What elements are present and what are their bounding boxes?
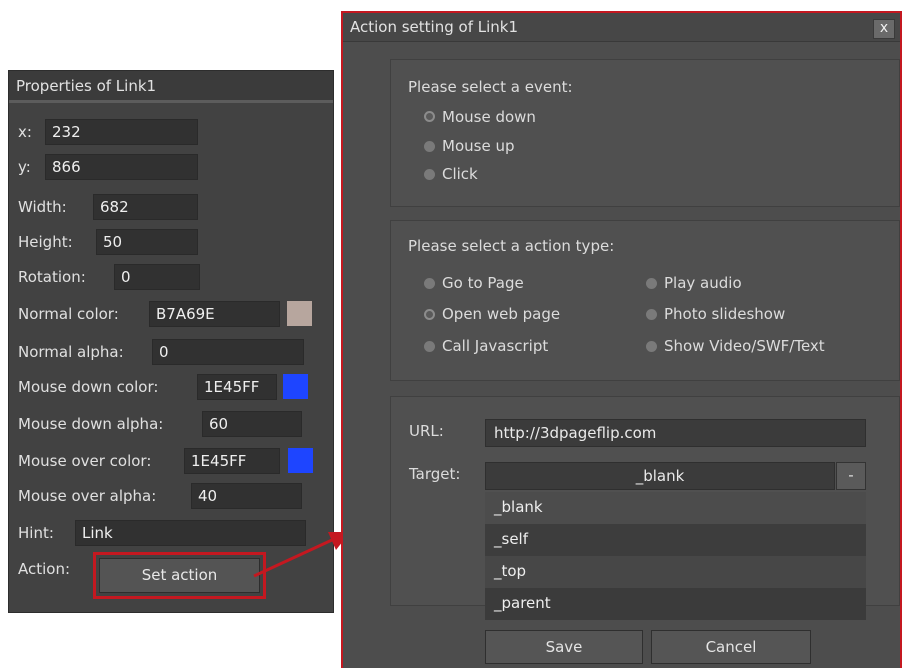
hint-label: Hint: <box>18 524 54 542</box>
mouse-over-alpha-field[interactable]: 40 <box>191 483 302 509</box>
target-option-blank[interactable]: _blank <box>485 492 866 524</box>
action-label-show-video-swf-text[interactable]: Show Video/SWF/Text <box>664 335 825 357</box>
normal-color-label: Normal color: <box>18 305 119 323</box>
target-dropdown-button[interactable]: - <box>836 462 866 490</box>
radio-show-video-swf-text[interactable] <box>646 341 657 352</box>
action-type-heading: Please select a action type: <box>408 237 615 255</box>
mouse-over-alpha-label: Mouse over alpha: <box>18 487 157 505</box>
target-label: Target: <box>409 465 461 483</box>
mouse-down-color-label: Mouse down color: <box>18 378 159 396</box>
rotation-label: Rotation: <box>18 268 86 286</box>
radio-photo-slideshow[interactable] <box>646 309 657 320</box>
width-label: Width: <box>18 198 67 216</box>
action-label-open-web-page[interactable]: Open web page <box>442 303 560 325</box>
mouse-over-color-label: Mouse over color: <box>18 452 152 470</box>
mouse-down-color-field[interactable]: 1E45FF <box>197 374 277 400</box>
normal-color-swatch[interactable] <box>287 301 312 326</box>
close-button[interactable]: x <box>873 19 895 39</box>
x-field[interactable]: 232 <box>45 119 198 145</box>
event-label-mouse-up[interactable]: Mouse up <box>442 135 514 157</box>
radio-click[interactable] <box>424 169 435 180</box>
action-type-group: Please select a action type: Go to Page … <box>390 220 900 381</box>
action-label-call-javascript[interactable]: Call Javascript <box>442 335 548 357</box>
properties-panel-title: Properties of Link1 <box>9 71 333 103</box>
normal-color-field[interactable]: B7A69E <box>149 301 280 327</box>
action-setting-dialog: Action setting of Link1 x Please select … <box>341 11 902 668</box>
radio-play-audio[interactable] <box>646 278 657 289</box>
mouse-over-color-swatch[interactable] <box>288 448 313 473</box>
y-label: y: <box>18 158 31 176</box>
event-group: Please select a event: Mouse down Mouse … <box>390 59 900 207</box>
target-option-top[interactable]: _top <box>485 556 866 588</box>
dialog-title: Action setting of Link1 <box>350 18 519 36</box>
event-label-click[interactable]: Click <box>442 163 478 185</box>
event-label-mouse-down[interactable]: Mouse down <box>442 106 536 128</box>
dialog-titlebar[interactable]: Action setting of Link1 x <box>343 13 900 42</box>
url-input[interactable]: http://3dpageflip.com <box>485 419 866 447</box>
height-field[interactable]: 50 <box>96 229 198 255</box>
mouse-down-alpha-field[interactable]: 60 <box>202 411 302 437</box>
width-field[interactable]: 682 <box>93 194 198 220</box>
set-action-button[interactable]: Set action <box>99 558 260 593</box>
normal-alpha-field[interactable]: 0 <box>152 339 304 365</box>
normal-alpha-label: Normal alpha: <box>18 343 124 361</box>
mouse-over-color-field[interactable]: 1E45FF <box>184 448 280 474</box>
action-label-photo-slideshow[interactable]: Photo slideshow <box>664 303 785 325</box>
target-option-self[interactable]: _self <box>485 524 866 556</box>
mouse-down-alpha-label: Mouse down alpha: <box>18 415 164 433</box>
rotation-field[interactable]: 0 <box>114 264 200 290</box>
mouse-down-color-swatch[interactable] <box>283 374 308 399</box>
target-option-parent[interactable]: _parent <box>485 588 866 620</box>
event-heading: Please select a event: <box>408 78 573 96</box>
save-button[interactable]: Save <box>485 630 643 664</box>
action-label-play-audio[interactable]: Play audio <box>664 272 742 294</box>
action-label: Action: <box>18 560 71 578</box>
radio-mouse-down[interactable] <box>424 111 435 122</box>
url-label: URL: <box>409 422 444 440</box>
cancel-button[interactable]: Cancel <box>651 630 811 664</box>
radio-go-to-page[interactable] <box>424 278 435 289</box>
radio-open-web-page[interactable] <box>424 309 435 320</box>
y-field[interactable]: 866 <box>45 154 198 180</box>
target-select[interactable]: _blank <box>485 462 835 490</box>
radio-call-javascript[interactable] <box>424 341 435 352</box>
x-label: x: <box>18 123 32 141</box>
radio-mouse-up[interactable] <box>424 141 435 152</box>
action-label-go-to-page[interactable]: Go to Page <box>442 272 524 294</box>
height-label: Height: <box>18 233 73 251</box>
